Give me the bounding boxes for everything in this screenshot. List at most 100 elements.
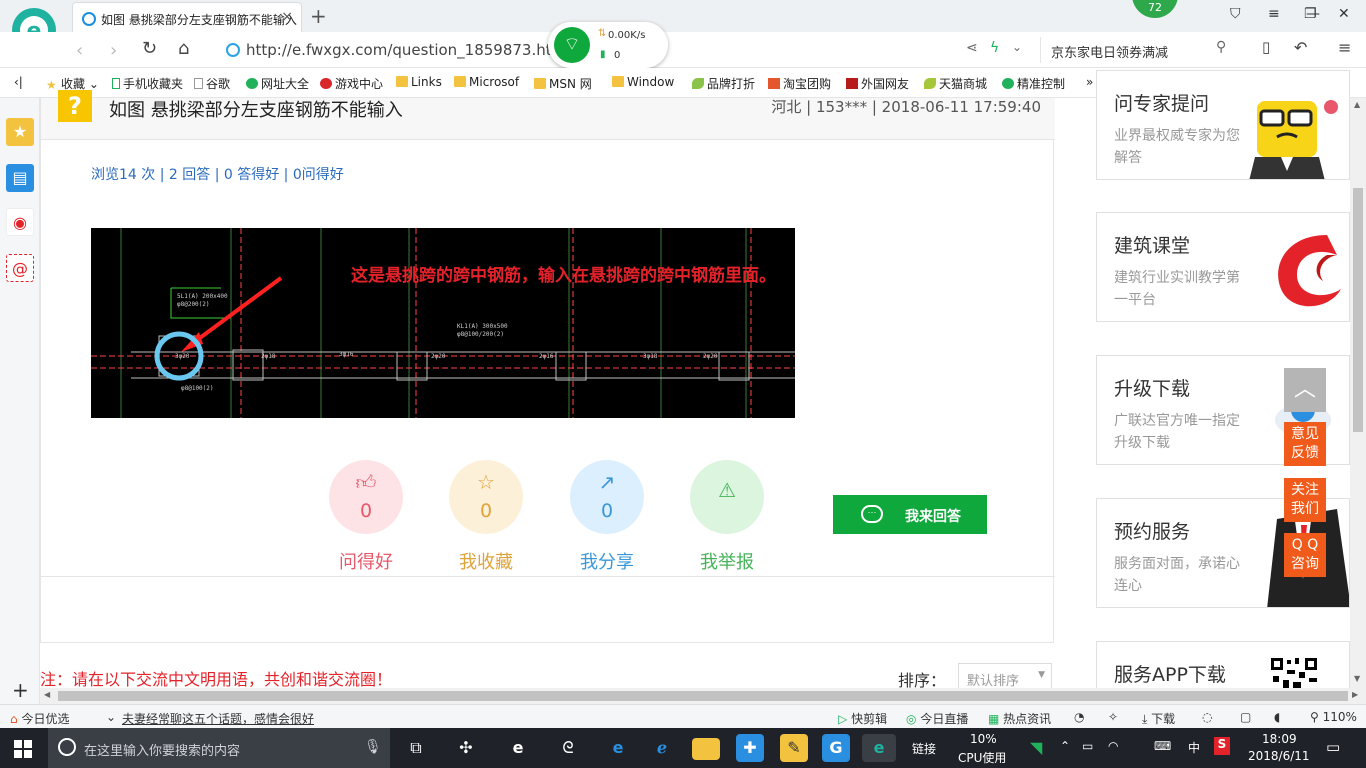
answer-button[interactable]: ··· 我来回答 — [833, 495, 987, 534]
fan-app-icon[interactable]: ✣ — [452, 734, 480, 762]
quick-edit[interactable]: ▷ 快剪辑 — [838, 710, 887, 727]
today-live[interactable]: ◎ 今日直播 — [906, 710, 968, 727]
download-link[interactable]: ⤓ 下载 — [1142, 710, 1175, 727]
bookmark-links[interactable]: Links — [396, 75, 442, 89]
bookmark-google[interactable]: 谷歌 — [194, 75, 230, 92]
mail-icon[interactable]: @ — [6, 254, 34, 282]
home-icon[interactable]: ⌂ — [178, 38, 189, 59]
news-icon[interactable]: ▤ — [6, 164, 34, 192]
report-action[interactable]: ⚠ — [690, 460, 764, 534]
chevron-down-icon[interactable]: ⌄ — [1012, 40, 1022, 54]
new-tab-icon[interactable]: + — [310, 4, 327, 28]
ad-app-download[interactable]: 服务APP下载 — [1096, 641, 1350, 691]
bookmark-brand[interactable]: 品牌打折 — [692, 75, 755, 92]
links-toolbar[interactable]: 链接 — [912, 740, 936, 757]
ime-indicator[interactable]: 中 — [1188, 739, 1200, 756]
scroll-right-icon[interactable]: ▶ — [1352, 690, 1358, 699]
ad-classroom[interactable]: 建筑课堂 建筑行业实训教学第一平台 — [1096, 212, 1350, 322]
forward-icon[interactable]: › — [110, 40, 117, 61]
maximize-icon[interactable]: ❐ — [1304, 6, 1317, 22]
plus-app-icon[interactable]: ✚ — [736, 734, 764, 762]
phone-icon[interactable]: ▯ — [1262, 38, 1270, 56]
file-explorer-icon[interactable] — [692, 738, 720, 760]
search-input[interactable]: 京东家电日领券满减 — [1040, 37, 1240, 63]
horizontal-scroll-thumb[interactable] — [58, 691, 1348, 701]
feedback-button[interactable]: 意见反馈 — [1284, 422, 1326, 466]
add-icon[interactable]: + — [12, 678, 29, 702]
browser-active-icon[interactable]: e — [862, 734, 896, 762]
tab-active[interactable]: 如图 悬挑梁部分左支座钢筋不能输入 × — [72, 2, 302, 32]
bookmark-windows[interactable]: Window — [612, 75, 674, 89]
shirt-icon[interactable]: ⛉ — [1230, 6, 1241, 22]
scroll-up-icon[interactable]: ▲ — [1354, 100, 1360, 109]
edge-icon[interactable]: e — [604, 734, 632, 762]
refresh-icon[interactable]: ↻ — [142, 38, 157, 59]
back-icon[interactable]: ‹ — [76, 40, 83, 61]
follow-button[interactable]: 关注我们 — [1284, 478, 1326, 522]
like-action[interactable]: 👍︎ 0 — [329, 460, 403, 534]
scroll-down-icon[interactable]: ▼ — [1354, 674, 1360, 683]
window-icon[interactable]: ▢ — [1240, 710, 1251, 724]
task-view-icon[interactable]: ⧉ — [402, 734, 430, 762]
favorite-label[interactable]: 我收藏 — [449, 548, 523, 574]
favorites-star-icon[interactable]: ★ — [6, 118, 34, 146]
notification-center-icon[interactable]: ▭ — [1326, 738, 1340, 756]
network-tray-icon[interactable]: ◠ — [1108, 739, 1118, 753]
vertical-scroll-thumb[interactable] — [1353, 188, 1363, 432]
sogou-icon[interactable]: S — [1214, 737, 1230, 755]
swirl-app-icon[interactable]: ᘓ — [554, 734, 582, 762]
windows-start-icon[interactable] — [14, 740, 32, 758]
bookmark-taobao[interactable]: 淘宝团购 — [768, 75, 831, 92]
close-window-icon[interactable]: ✕ — [1338, 6, 1350, 22]
battery-tray-icon[interactable]: ▭ — [1082, 739, 1093, 753]
taskbar-search-input[interactable]: 在这里输入你要搜索的内容 🎙︎ — [48, 728, 390, 768]
undo-icon[interactable]: ↶ — [1294, 38, 1307, 57]
horizontal-scrollbar[interactable]: ◀ ▶ — [40, 688, 1366, 704]
question-image[interactable]: 5L1(A) 200x400 φ8@200(2) KL1(A) 300x500 φ8… — [91, 228, 795, 418]
today-picks[interactable]: ⌂ 今日优选 — [10, 710, 69, 727]
zoom-control[interactable]: ⚲ 110% — [1310, 710, 1357, 724]
ad-expert[interactable]: 问专家提问 业界最权威专家为您解答 — [1096, 70, 1350, 180]
weibo-icon[interactable]: ◉ — [6, 208, 34, 236]
ie-taskbar-icon[interactable]: ℯ — [648, 734, 676, 762]
bookmark-games[interactable]: 游戏中心 — [320, 75, 383, 92]
bookmark-foreign[interactable]: 外国网友 — [846, 75, 909, 92]
bookmark-microsoft[interactable]: Microsof — [454, 75, 519, 89]
browser-e-icon[interactable]: e — [504, 734, 532, 762]
scroll-left-icon[interactable]: ◀ — [44, 690, 50, 699]
bookmark-mobile[interactable]: 手机收藏夹 — [112, 75, 183, 92]
back-to-top-button[interactable]: ︿ — [1284, 368, 1326, 412]
chevron-down-icon[interactable]: ⌄ — [106, 710, 116, 724]
more-menu-icon[interactable]: ≡ — [1338, 38, 1351, 57]
sort-select[interactable]: 默认排序 ▼ — [958, 663, 1052, 691]
microphone-icon[interactable]: 🎙︎ — [364, 739, 382, 755]
qq-consult-button[interactable]: Q Q咨询 — [1284, 533, 1326, 577]
report-label[interactable]: 我举报 — [690, 548, 764, 574]
wifi-widget[interactable]: ⌔ ⇅ 0.00K/s ▮ 0 — [548, 22, 668, 68]
share-icon[interactable]: ⋖ — [966, 40, 978, 56]
vertical-scrollbar[interactable]: ▲ ▼ — [1350, 98, 1366, 688]
bookmark-tmall[interactable]: 天猫商城 — [924, 75, 987, 92]
magic-icon[interactable]: ✧ — [1108, 710, 1118, 724]
share-action[interactable]: ↗ 0 — [570, 460, 644, 534]
speed-icon[interactable]: ◔ — [1074, 710, 1084, 724]
favorite-action[interactable]: ☆ 0 — [449, 460, 523, 534]
bookmark-msn[interactable]: MSN 网 — [534, 75, 592, 92]
more-bookmarks-icon[interactable]: » — [1086, 75, 1093, 89]
keyboard-icon[interactable]: ⌨ — [1154, 739, 1171, 753]
close-tab-icon[interactable]: × — [281, 9, 293, 25]
clock-time[interactable]: 18:09 — [1262, 732, 1297, 746]
clean-icon[interactable]: ◌ — [1202, 710, 1212, 724]
notes-app-icon[interactable]: ✎ — [780, 734, 808, 762]
lightning-icon[interactable]: ϟ — [990, 40, 999, 56]
g-app-icon[interactable]: G — [822, 734, 850, 762]
url-input[interactable]: http://e.fwxgx.com/question_1859873.htm — [222, 37, 566, 63]
collapse-icon[interactable]: ‹| — [14, 75, 23, 89]
notification-badge[interactable]: 72 — [1132, 0, 1178, 18]
bookmark-precise[interactable]: 精准控制 — [1002, 75, 1065, 92]
wifi-tray-icon[interactable]: ◥ — [1030, 738, 1042, 757]
menu-icon[interactable]: ≡ — [1268, 6, 1280, 22]
hot-news[interactable]: ▦ 热点资讯 — [988, 710, 1051, 727]
like-label[interactable]: 问得好 — [329, 548, 403, 574]
headline-link[interactable]: 夫妻经常聊这五个话题，感情会很好 — [122, 710, 314, 727]
